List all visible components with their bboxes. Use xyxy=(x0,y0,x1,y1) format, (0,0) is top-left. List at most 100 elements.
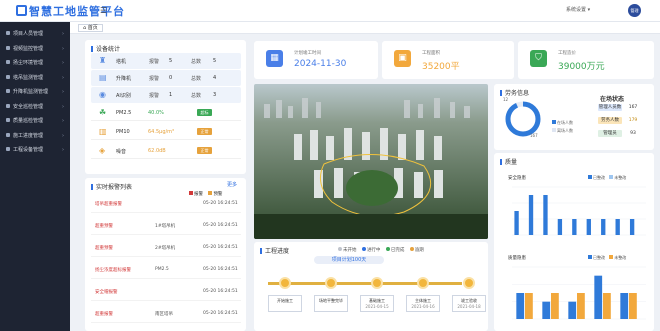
bar xyxy=(528,195,534,235)
tab-home[interactable]: ⌂ 首页 xyxy=(78,24,103,32)
milestone-dot[interactable] xyxy=(371,277,383,289)
milestone-dot[interactable] xyxy=(417,277,429,289)
alarm-label: 报警 xyxy=(149,59,160,65)
stat-value: 2024-11-30 xyxy=(294,59,347,69)
alarm-type: 扬尘浓度超标报警 xyxy=(95,268,131,273)
shield-icon: ⛉ xyxy=(530,50,547,67)
bar xyxy=(586,219,591,235)
quality-bar-chart xyxy=(512,266,646,320)
stat-card: ▣ 工程面积 35200平 xyxy=(382,41,514,79)
progress-line xyxy=(268,282,462,285)
env-name: PM2.5 xyxy=(116,110,132,116)
device-row[interactable]: ▤ 升降机 报警 0 总数 4 xyxy=(91,70,241,86)
alarm-count: 0 xyxy=(169,75,173,81)
quality-legend: 已整改 未整改 xyxy=(588,255,626,261)
total-label: 总数 xyxy=(191,93,202,99)
chevron-down-icon: › xyxy=(62,118,64,124)
avatar[interactable]: 管理 xyxy=(628,4,641,17)
milestone-dot[interactable] xyxy=(279,277,291,289)
alarm-row[interactable]: 超重报警 南区塔吊 05-20 16:24:51 xyxy=(91,306,241,323)
milestone-box[interactable]: 竣工验收 2021-04-18 xyxy=(452,295,486,312)
alarm-time: 05-20 16:24:51 xyxy=(203,311,238,316)
alarm-row[interactable]: 塔吊超重报警 05-20 16:24:51 xyxy=(91,196,241,213)
device-row[interactable]: ◉ AI识别 报警 1 总数 3 xyxy=(91,87,241,103)
app-title: 智慧工地监管平台 xyxy=(29,5,125,18)
alarm-type: 超重报警 xyxy=(95,312,113,317)
safety-chart-title: 安全隐患 xyxy=(508,176,526,181)
alarm-row[interactable]: 超重预警 1#塔吊机 05-20 16:24:51 xyxy=(91,218,241,235)
progress-title: 工程进度 xyxy=(260,246,289,255)
env-icon: ◈ xyxy=(99,146,106,155)
calendar-icon: ▦ xyxy=(266,50,283,67)
stat-value: 35200平 xyxy=(422,62,460,72)
device-stats-title: 设备统计 xyxy=(91,44,120,53)
attendance-status-title: 在场状态 xyxy=(600,96,625,103)
chevron-down-icon: › xyxy=(62,132,64,139)
menu-toggle-icon[interactable]: ☰ xyxy=(100,6,107,15)
bar xyxy=(577,293,585,319)
bar xyxy=(514,211,519,235)
alarm-time: 05-20 16:24:51 xyxy=(203,267,238,272)
alarm-row[interactable]: 超重预警 2#塔吊机 05-20 16:24:51 xyxy=(91,240,241,257)
alarm-list-title: 实时报警列表 xyxy=(91,182,132,191)
device-row[interactable]: ♜ 塔机 报警 5 总数 5 xyxy=(91,53,241,69)
attendance-value: 167 xyxy=(628,105,638,110)
bar xyxy=(568,301,577,319)
milestone-box[interactable]: 基础施工 2021-04-15 xyxy=(360,295,394,312)
safety-legend: 已整改 未整改 xyxy=(588,175,626,181)
sidebar-item[interactable]: 安全巡检管理 › xyxy=(0,101,70,113)
attendance-title: 劳务信息 xyxy=(500,88,529,97)
menu-item-icon xyxy=(6,31,10,35)
chevron-down-icon: ▾ xyxy=(587,7,591,13)
sidebar-item[interactable]: 质量巡检管理 › xyxy=(0,115,70,127)
home-icon: ⌂ xyxy=(83,25,87,31)
chevron-down-icon: › xyxy=(62,103,64,110)
chevron-down-icon: › xyxy=(62,31,64,37)
bar xyxy=(629,293,637,319)
milestone-name: 开始施工 xyxy=(277,298,293,303)
alarm-type: 超重预警 xyxy=(95,224,113,229)
menu-item-icon xyxy=(6,89,10,93)
milestone-dot[interactable] xyxy=(463,277,475,289)
site-aerial-photo xyxy=(254,84,488,239)
env-value: 64.5μg/m³ xyxy=(148,129,175,135)
milestone-date: 2021-04-15 xyxy=(365,304,389,309)
sidebar-item[interactable]: 项目人员管理 › xyxy=(0,28,70,40)
milestone-box[interactable]: 开始施工 xyxy=(268,295,302,312)
tab-strip: ⌂ 首页 xyxy=(70,22,660,34)
stat-label: 工程面积 xyxy=(422,51,440,56)
env-value: 62.0dB xyxy=(148,148,166,154)
sidebar-item[interactable]: 扬尘环境管理 › xyxy=(0,57,70,69)
attendance-value: 179 xyxy=(628,118,638,123)
sidebar-item[interactable]: 施工进度管理 › xyxy=(0,130,70,142)
sidebar-item[interactable]: 视频监控管理 › xyxy=(0,43,70,55)
milestone-dot[interactable] xyxy=(325,277,337,289)
env-row[interactable]: ◈ 噪音 62.0dB 正常 xyxy=(91,143,241,159)
sidebar-item-label: 安全巡检管理 xyxy=(13,103,44,110)
app-logo[interactable]: 智慧工地监管平台 xyxy=(16,3,125,19)
user-menu[interactable]: 系统设置 ▾ xyxy=(566,6,590,13)
menu-item-icon xyxy=(6,60,10,64)
alarm-time: 05-20 16:24:51 xyxy=(203,201,238,206)
sidebar-item-label: 塔吊监测管理 xyxy=(13,74,44,81)
tab-home-label: 首页 xyxy=(87,25,98,31)
sidebar-item[interactable]: 升降机监测管理 › xyxy=(0,86,70,98)
device-icon: ♜ xyxy=(99,56,107,65)
total-label: 总数 xyxy=(191,59,202,65)
attendance-key: 管理人员数 xyxy=(598,104,622,111)
milestone-box[interactable]: 场地平整完毕 xyxy=(314,295,348,312)
sidebar-item-label: 视频监控管理 xyxy=(13,45,44,52)
sidebar-item[interactable]: 塔吊监测管理 › xyxy=(0,72,70,84)
sidebar-item-label: 质量巡检管理 xyxy=(13,118,44,124)
milestone-box[interactable]: 主体施工 2021-04-16 xyxy=(406,295,440,312)
stat-card: ⛉ 工程造价 39000万元 xyxy=(518,41,654,79)
alarm-more-link[interactable]: 更多 xyxy=(227,181,237,188)
bar xyxy=(603,293,611,319)
env-row[interactable]: ▥ PM10 64.5μg/m³ 正常 xyxy=(91,124,241,140)
sidebar-item[interactable]: 工程设备管理 › xyxy=(0,144,70,156)
bar xyxy=(551,293,559,319)
alarm-row[interactable]: 安全帽报警 05-20 16:24:51 xyxy=(91,284,241,301)
alarm-row[interactable]: 扬尘浓度超标报警 PM2.5 05-20 16:24:51 xyxy=(91,262,241,279)
chevron-down-icon: › xyxy=(62,74,64,81)
env-row[interactable]: ☘ PM2.5 40.0% 超标 xyxy=(91,105,241,121)
